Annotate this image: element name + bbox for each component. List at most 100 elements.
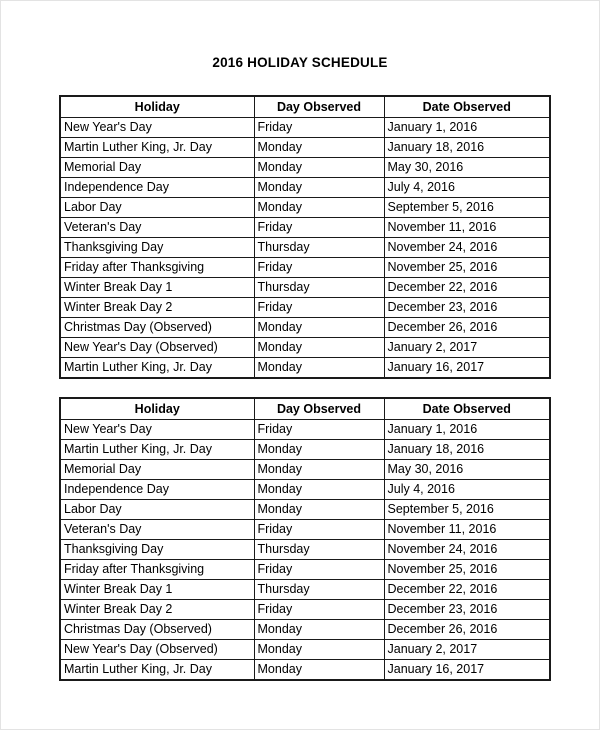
- cell-holiday: Labor Day: [59, 499, 255, 520]
- table-row: Friday after Thanksgiving Friday Novembe…: [59, 559, 551, 580]
- cell-holiday: Veteran's Day: [59, 217, 255, 238]
- cell-day-observed: Thursday: [253, 539, 385, 560]
- cell-day-observed: Monday: [253, 459, 385, 480]
- cell-date-observed: November 11, 2016: [383, 519, 551, 540]
- cell-day-observed: Monday: [253, 479, 385, 500]
- cell-day-observed: Friday: [253, 559, 385, 580]
- cell-day-observed: Friday: [253, 257, 385, 278]
- table-row: Martin Luther King, Jr. Day Monday Janua…: [59, 659, 551, 681]
- cell-holiday: Independence Day: [59, 177, 255, 198]
- cell-day-observed: Friday: [253, 117, 385, 138]
- cell-day-observed: Monday: [253, 499, 385, 520]
- table-row: Martin Luther King, Jr. Day Monday Janua…: [59, 439, 551, 460]
- cell-date-observed: January 18, 2016: [383, 137, 551, 158]
- holiday-schedule-table-1: Holiday Day Observed Date Observed New Y…: [59, 95, 551, 379]
- table-header-row: Holiday Day Observed Date Observed: [59, 95, 551, 118]
- cell-day-observed: Monday: [253, 639, 385, 660]
- cell-date-observed: January 16, 2017: [383, 659, 551, 681]
- cell-day-observed: Monday: [253, 157, 385, 178]
- cell-date-observed: January 16, 2017: [383, 357, 551, 379]
- column-header-date-observed: Date Observed: [383, 397, 551, 420]
- table-1-header: Holiday Day Observed Date Observed: [59, 95, 551, 118]
- cell-day-observed: Monday: [253, 337, 385, 358]
- cell-holiday: Christmas Day (Observed): [59, 317, 255, 338]
- table-row: Labor Day Monday September 5, 2016: [59, 499, 551, 520]
- table-row: Winter Break Day 2 Friday December 23, 2…: [59, 599, 551, 620]
- table-row: Independence Day Monday July 4, 2016: [59, 479, 551, 500]
- table-row: New Year's Day Friday January 1, 2016: [59, 117, 551, 138]
- cell-date-observed: January 18, 2016: [383, 439, 551, 460]
- cell-date-observed: January 2, 2017: [383, 337, 551, 358]
- cell-day-observed: Friday: [253, 297, 385, 318]
- cell-day-observed: Monday: [253, 197, 385, 218]
- cell-day-observed: Thursday: [253, 579, 385, 600]
- cell-day-observed: Monday: [253, 439, 385, 460]
- table-row: Memorial Day Monday May 30, 2016: [59, 157, 551, 178]
- cell-holiday: Labor Day: [59, 197, 255, 218]
- table-row: New Year's Day (Observed) Monday January…: [59, 337, 551, 358]
- cell-day-observed: Monday: [253, 137, 385, 158]
- cell-day-observed: Friday: [253, 419, 385, 440]
- cell-holiday: New Year's Day (Observed): [59, 337, 255, 358]
- cell-day-observed: Monday: [253, 317, 385, 338]
- cell-date-observed: September 5, 2016: [383, 499, 551, 520]
- cell-holiday: Friday after Thanksgiving: [59, 257, 255, 278]
- table-row: Thanksgiving Day Thursday November 24, 2…: [59, 237, 551, 258]
- column-header-holiday: Holiday: [59, 397, 255, 420]
- cell-date-observed: December 22, 2016: [383, 277, 551, 298]
- table-row: New Year's Day Friday January 1, 2016: [59, 419, 551, 440]
- table-row: Veteran's Day Friday November 11, 2016: [59, 217, 551, 238]
- table-2-header: Holiday Day Observed Date Observed: [59, 397, 551, 420]
- cell-day-observed: Friday: [253, 519, 385, 540]
- table-row: Friday after Thanksgiving Friday Novembe…: [59, 257, 551, 278]
- holiday-schedule-table-2: Holiday Day Observed Date Observed New Y…: [59, 397, 551, 681]
- cell-holiday: Memorial Day: [59, 459, 255, 480]
- cell-holiday: Martin Luther King, Jr. Day: [59, 659, 255, 681]
- cell-holiday: Winter Break Day 1: [59, 579, 255, 600]
- cell-date-observed: November 24, 2016: [383, 237, 551, 258]
- cell-holiday: Veteran's Day: [59, 519, 255, 540]
- cell-day-observed: Thursday: [253, 277, 385, 298]
- cell-date-observed: May 30, 2016: [383, 459, 551, 480]
- table-row: Winter Break Day 2 Friday December 23, 2…: [59, 297, 551, 318]
- cell-holiday: Christmas Day (Observed): [59, 619, 255, 640]
- cell-holiday: Friday after Thanksgiving: [59, 559, 255, 580]
- cell-holiday: New Year's Day: [59, 117, 255, 138]
- cell-holiday: Memorial Day: [59, 157, 255, 178]
- column-header-day-observed: Day Observed: [253, 95, 385, 118]
- cell-date-observed: July 4, 2016: [383, 177, 551, 198]
- cell-date-observed: January 1, 2016: [383, 117, 551, 138]
- cell-date-observed: December 26, 2016: [383, 619, 551, 640]
- cell-date-observed: December 23, 2016: [383, 599, 551, 620]
- cell-day-observed: Monday: [253, 659, 385, 681]
- cell-holiday: Martin Luther King, Jr. Day: [59, 439, 255, 460]
- table-row: Thanksgiving Day Thursday November 24, 2…: [59, 539, 551, 560]
- cell-date-observed: December 26, 2016: [383, 317, 551, 338]
- cell-date-observed: January 1, 2016: [383, 419, 551, 440]
- cell-date-observed: November 25, 2016: [383, 559, 551, 580]
- table-row: Martin Luther King, Jr. Day Monday Janua…: [59, 137, 551, 158]
- table-row: Labor Day Monday September 5, 2016: [59, 197, 551, 218]
- cell-holiday: Thanksgiving Day: [59, 539, 255, 560]
- cell-day-observed: Friday: [253, 217, 385, 238]
- table-row: Martin Luther King, Jr. Day Monday Janua…: [59, 357, 551, 379]
- table-row: Independence Day Monday July 4, 2016: [59, 177, 551, 198]
- cell-holiday: Winter Break Day 2: [59, 599, 255, 620]
- table-row: Christmas Day (Observed) Monday December…: [59, 619, 551, 640]
- cell-holiday: Independence Day: [59, 479, 255, 500]
- cell-day-observed: Monday: [253, 177, 385, 198]
- table-header-row: Holiday Day Observed Date Observed: [59, 397, 551, 420]
- cell-date-observed: November 24, 2016: [383, 539, 551, 560]
- cell-day-observed: Monday: [253, 357, 385, 379]
- table-row: Winter Break Day 1 Thursday December 22,…: [59, 277, 551, 298]
- cell-holiday: Thanksgiving Day: [59, 237, 255, 258]
- cell-holiday: Winter Break Day 2: [59, 297, 255, 318]
- table-row: Winter Break Day 1 Thursday December 22,…: [59, 579, 551, 600]
- cell-date-observed: July 4, 2016: [383, 479, 551, 500]
- table-row: New Year's Day (Observed) Monday January…: [59, 639, 551, 660]
- table-row: Christmas Day (Observed) Monday December…: [59, 317, 551, 338]
- cell-date-observed: November 11, 2016: [383, 217, 551, 238]
- cell-date-observed: December 23, 2016: [383, 297, 551, 318]
- cell-holiday: New Year's Day: [59, 419, 255, 440]
- cell-date-observed: November 25, 2016: [383, 257, 551, 278]
